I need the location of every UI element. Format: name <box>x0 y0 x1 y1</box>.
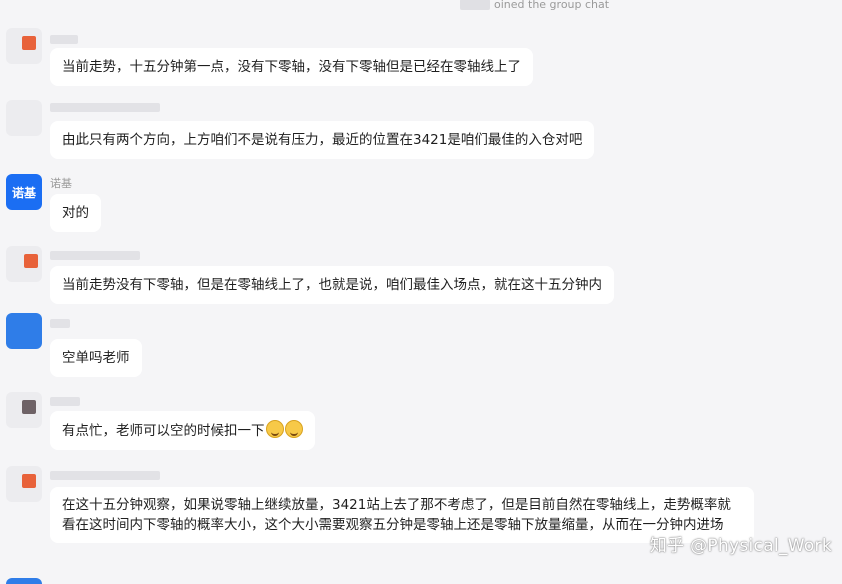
sender-name <box>50 468 160 482</box>
sender-name <box>50 100 160 114</box>
avatar[interactable] <box>6 392 42 428</box>
avatar[interactable] <box>6 578 42 584</box>
message-bubble[interactable]: 当前走势，十五分钟第一点，没有下零轴，没有下零轴但是已经在零轴线上了 <box>50 48 533 86</box>
avatar[interactable] <box>6 313 42 349</box>
message-bubble[interactable]: 在这十五分钟观察，如果说零轴上继续放量，3421站上去了那不考虑了，但是目前自然… <box>50 487 754 543</box>
message-bubble[interactable]: 对的 <box>50 194 101 232</box>
message-bubble[interactable]: 空单吗老师 <box>50 339 142 377</box>
sender-name <box>50 394 80 408</box>
sender-name: 诺基 <box>50 177 72 190</box>
sender-name <box>50 32 78 46</box>
grin-emoji-icon <box>265 420 284 438</box>
sender-name <box>50 248 140 262</box>
message-bubble[interactable]: 由此只有两个方向，上方咱们不是说有压力，最近的位置在3421是咱们最佳的入仓对吧 <box>50 121 595 159</box>
system-notice: oined the group chat <box>460 0 609 11</box>
grin-emoji-icon <box>284 420 303 438</box>
blurred-name <box>460 0 490 10</box>
watermark: 知乎 @Physical_Work <box>649 536 832 556</box>
avatar[interactable] <box>6 246 42 282</box>
message-text: 有点忙，老师可以空的时候扣一下 <box>62 423 265 439</box>
sender-name <box>50 316 70 330</box>
system-notice-text: oined the group chat <box>494 0 610 11</box>
message-bubble[interactable]: 当前走势没有下零轴，但是在零轴线上了，也就是说，咱们最佳入场点，就在这十五分钟内 <box>50 266 614 304</box>
message-bubble[interactable]: 有点忙，老师可以空的时候扣一下 <box>50 411 315 450</box>
avatar[interactable] <box>6 28 42 64</box>
avatar[interactable]: 诺基 <box>6 174 42 210</box>
avatar[interactable] <box>6 100 42 136</box>
avatar[interactable] <box>6 466 42 502</box>
